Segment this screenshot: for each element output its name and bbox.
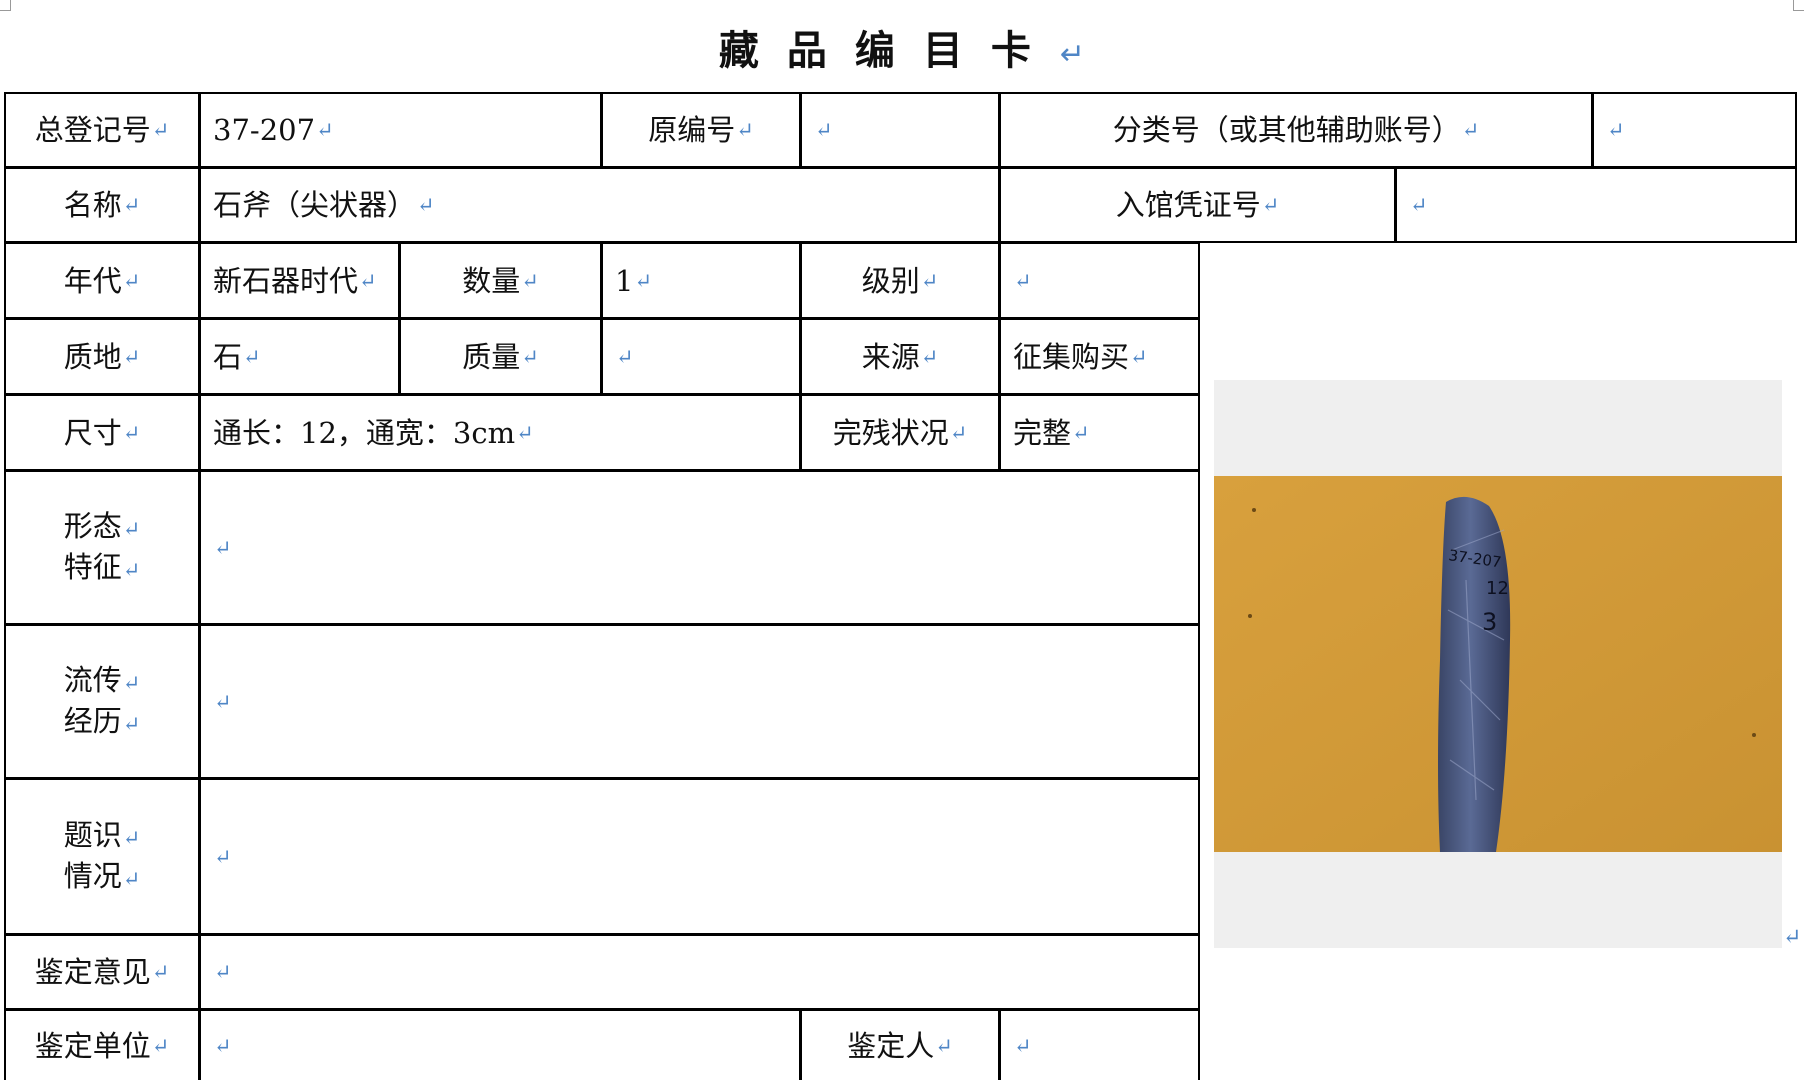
return-mark-icon: ↵ [122, 193, 141, 217]
morphology-label: 形态↵ 特征↵ [4, 470, 200, 625]
return-mark-icon: ↵ [214, 844, 232, 869]
return-mark-icon: ↵ [1607, 118, 1625, 142]
return-mark-icon: ↵ [122, 268, 141, 293]
return-mark-icon: ↵ [516, 420, 534, 445]
condition-label: 完残状况 ↵ [800, 394, 1000, 471]
return-mark-icon: ↵ [1410, 193, 1428, 217]
return-mark-icon: ↵ [151, 118, 170, 142]
appraisal-unit-label: 鉴定单位 ↵ [4, 1009, 200, 1080]
return-mark-icon: ↵ [122, 344, 141, 369]
appraisal-unit-field[interactable]: ↵ [199, 1009, 801, 1080]
return-mark-icon: ↵ [920, 344, 939, 369]
name-field[interactable]: 石斧（尖状器） ↵ [199, 167, 1000, 243]
condition-field[interactable]: 完整 ↵ [999, 394, 1200, 471]
return-mark-icon: ↵ [243, 344, 261, 369]
return-mark-icon: ↵ [634, 268, 652, 293]
return-mark-icon: ↵ [417, 193, 435, 217]
return-mark-icon: ↵ [122, 516, 141, 541]
artifact-photo[interactable]: 37-207 12 3 [1214, 380, 1782, 948]
name-label: 名称 ↵ [4, 167, 200, 243]
grade-label: 级别 ↵ [800, 242, 1000, 319]
return-mark-icon: ↵ [1130, 344, 1148, 369]
return-mark-icon: ↵ [122, 825, 141, 850]
return-mark-icon: ↵ [949, 420, 968, 445]
grade-field[interactable]: ↵ [999, 242, 1200, 319]
return-mark-icon: ↵ [122, 670, 141, 695]
source-label: 来源 ↵ [800, 318, 1000, 395]
return-mark-icon: ↵ [935, 1033, 953, 1058]
return-mark-icon: ↵ [521, 268, 539, 293]
weight-label: 质量 ↵ [399, 318, 602, 395]
inscription-label: 题识↵ 情况↵ [4, 778, 200, 935]
quantity-label: 数量 ↵ [399, 242, 602, 319]
return-mark-icon: ↵ [214, 1033, 232, 1058]
inscription-field[interactable]: ↵ [199, 778, 1200, 935]
register-no-field[interactable]: 37-207 ↵ [199, 92, 602, 168]
return-mark-icon: ↵ [1783, 925, 1802, 950]
return-mark-icon: ↵ [214, 960, 232, 984]
appraiser-field[interactable]: ↵ [999, 1009, 1200, 1080]
return-mark-icon: ↵ [122, 711, 141, 736]
return-mark-icon: ↵ [122, 420, 141, 445]
provenance-field[interactable]: ↵ [199, 624, 1200, 779]
morphology-field[interactable]: ↵ [199, 470, 1200, 625]
dimensions-label: 尺寸 ↵ [4, 394, 200, 471]
material-label: 质地 ↵ [4, 318, 200, 395]
original-no-label: 原编号 ↵ [601, 92, 801, 168]
return-mark-icon: ↵ [920, 268, 939, 293]
return-mark-icon: ↵ [214, 535, 232, 560]
return-mark-icon: ↵ [316, 118, 334, 142]
classification-no-field[interactable]: ↵ [1592, 92, 1797, 168]
weight-field[interactable]: ↵ [601, 318, 801, 395]
dimensions-field[interactable]: 通长：12，通宽：3cm ↵ [199, 394, 801, 471]
appraiser-label: 鉴定人 ↵ [800, 1009, 1000, 1080]
return-mark-icon: ↵ [1261, 193, 1280, 217]
return-mark-icon: ↵ [1014, 1033, 1032, 1058]
return-mark-icon: ↵ [122, 557, 141, 582]
return-mark-icon: ↵ [616, 344, 634, 369]
return-mark-icon: ↵ [122, 866, 141, 891]
return-mark-icon: ↵ [736, 118, 754, 142]
return-mark-icon: ↵ [1014, 268, 1032, 293]
entry-voucher-no-label: 入馆凭证号 ↵ [999, 167, 1396, 243]
return-mark-icon: ↵ [1072, 420, 1090, 445]
return-mark-icon: ↵ [151, 960, 170, 984]
source-field[interactable]: 征集购买 ↵ [999, 318, 1200, 395]
entry-voucher-no-field[interactable]: ↵ [1395, 167, 1797, 243]
era-field[interactable]: 新石器时代 ↵ [199, 242, 400, 319]
original-no-field[interactable]: ↵ [800, 92, 1000, 168]
appraisal-opinion-label: 鉴定意见 ↵ [4, 934, 200, 1010]
stone-axe-photo: 37-207 12 3 [1214, 476, 1782, 852]
return-mark-icon: ↵ [815, 118, 833, 142]
era-label: 年代 ↵ [4, 242, 200, 319]
svg-text:3: 3 [1482, 608, 1497, 636]
return-mark-icon: ↵ [151, 1033, 170, 1058]
appraisal-opinion-field[interactable]: ↵ [199, 934, 1200, 1010]
register-no-label: 总登记号 ↵ [4, 92, 200, 168]
return-mark-icon: ↵ [1461, 118, 1480, 142]
quantity-field[interactable]: 1 ↵ [601, 242, 801, 319]
classification-no-label: 分类号（或其他辅助账号） ↵ [999, 92, 1593, 168]
svg-text:12: 12 [1486, 578, 1509, 599]
return-mark-icon: ↵ [214, 689, 232, 714]
return-mark-icon: ↵ [521, 344, 539, 369]
return-mark-icon: ↵ [359, 268, 377, 293]
material-field[interactable]: 石 ↵ [199, 318, 400, 395]
provenance-label: 流传↵ 经历↵ [4, 624, 200, 779]
